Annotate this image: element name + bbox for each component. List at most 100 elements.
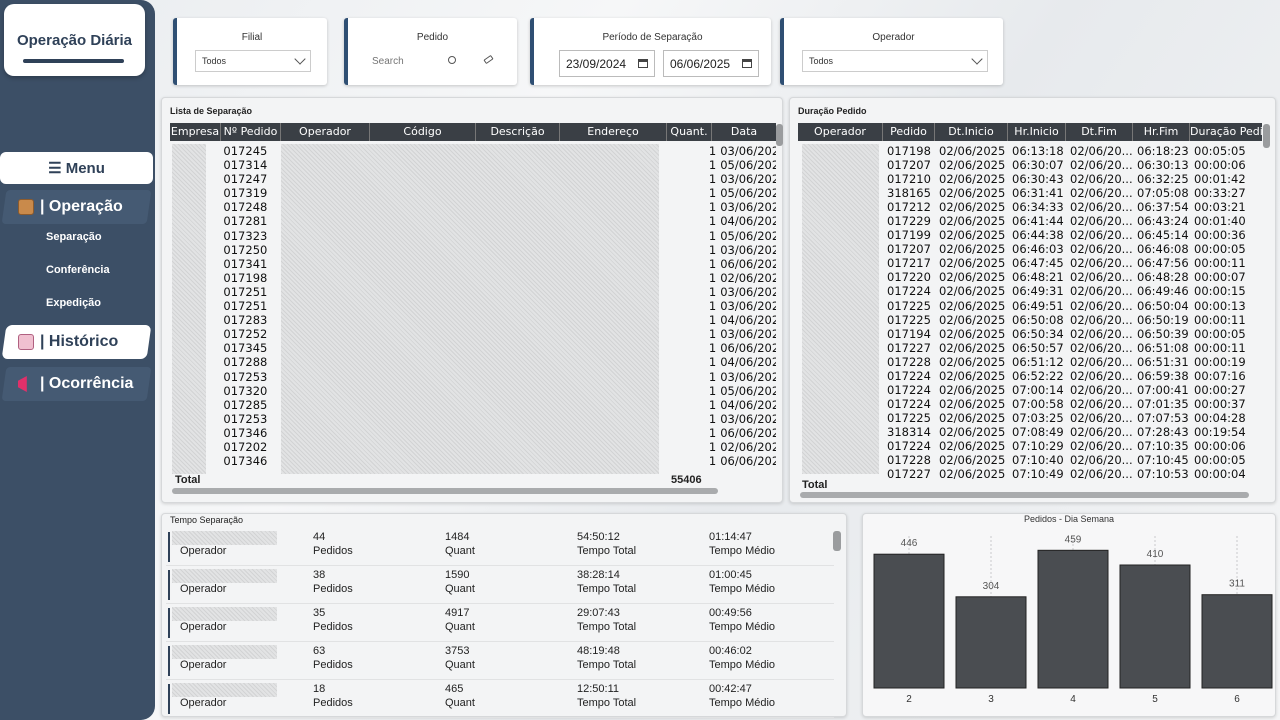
- calendar-icon[interactable]: [742, 59, 752, 68]
- start-date-input[interactable]: 23/09/2024: [559, 50, 655, 77]
- list-item[interactable]: Operador 38 Pedidos 1590 Quant 38:28:14 Tempo …: [166, 566, 834, 604]
- nav-expedicao[interactable]: Expedição: [46, 297, 101, 309]
- col-dur-operador[interactable]: Operador: [798, 123, 883, 141]
- table-row[interactable]: 017198 102/06/2025: [170, 271, 776, 285]
- cell-dt-inicio: 02/06/2025: [939, 242, 1006, 257]
- end-date-input[interactable]: 06/06/2025: [663, 50, 759, 77]
- col-pedido[interactable]: Nº Pedido: [221, 123, 281, 141]
- bar-5[interactable]: [1119, 564, 1191, 689]
- pedido-search-input[interactable]: [372, 52, 442, 70]
- col-empresa[interactable]: Empresa: [170, 123, 221, 141]
- table-row[interactable]: 318314 02/06/2025 07:08:49 02/06/20... 07:28…: [798, 425, 1262, 439]
- table-row[interactable]: 017225 02/06/2025 07:03:25 02/06/20... 07:07…: [798, 411, 1262, 425]
- bar-3[interactable]: [955, 596, 1027, 689]
- operador-value: Todos: [809, 56, 834, 66]
- table-row[interactable]: 017228 02/06/2025 07:10:40 02/06/20... 07:10…: [798, 453, 1262, 467]
- table-row[interactable]: 017252 103/06/2025: [170, 327, 776, 341]
- cell-quant: 1: [708, 411, 717, 426]
- table-row[interactable]: 017210 02/06/2025 06:30:43 02/06/20... 06:32…: [798, 172, 1262, 186]
- calendar-icon[interactable]: [638, 59, 648, 68]
- table-row[interactable]: 318165 02/06/2025 06:31:41 02/06/20... 07:05…: [798, 186, 1262, 200]
- nav-historico[interactable]: | Histórico: [1, 325, 152, 359]
- table-row[interactable]: 017319 105/06/2025: [170, 186, 776, 200]
- duracao-vertical-scrollbar[interactable]: [1263, 124, 1270, 148]
- table-row[interactable]: 017199 02/06/2025 06:44:38 02/06/20... 06:45…: [798, 228, 1262, 242]
- table-row[interactable]: 017228 02/06/2025 06:51:12 02/06/20... 06:51…: [798, 355, 1262, 369]
- table-row[interactable]: 017225 02/06/2025 06:50:08 02/06/20... 06:50…: [798, 313, 1262, 327]
- col-duracao[interactable]: Duração Pedido: [1190, 123, 1262, 141]
- table-row[interactable]: 017227 02/06/2025 07:10:49 02/06/20... 07:10…: [798, 467, 1262, 479]
- cell-data: 03/06/2025: [720, 242, 776, 257]
- nav-separacao[interactable]: Separação: [46, 231, 102, 243]
- table-row[interactable]: 017288 104/06/2025: [170, 355, 776, 369]
- table-row[interactable]: 017341 106/06/2025: [170, 257, 776, 271]
- table-row[interactable]: 017251 103/06/2025: [170, 285, 776, 299]
- col-operador[interactable]: Operador: [281, 123, 370, 141]
- lista-horizontal-scrollbar[interactable]: [172, 488, 718, 494]
- col-hr-fim[interactable]: Hr.Fim: [1133, 123, 1190, 141]
- lista-vertical-scrollbar[interactable]: [776, 124, 783, 146]
- table-row[interactable]: 017224 02/06/2025 06:49:31 02/06/20... 06:49…: [798, 284, 1262, 298]
- list-item[interactable]: Operador 44 Pedidos 1484 Quant 54:50:12 Tempo …: [166, 528, 834, 566]
- table-row[interactable]: 017220 02/06/2025 06:48:21 02/06/20... 06:48…: [798, 270, 1262, 284]
- col-dt-inicio[interactable]: Dt.Inicio: [935, 123, 1008, 141]
- table-row[interactable]: 017345 106/06/2025: [170, 341, 776, 355]
- table-row[interactable]: 017346 106/06/2025: [170, 454, 776, 468]
- col-dur-pedido[interactable]: Pedido: [883, 123, 935, 141]
- x-tick-label: 2: [906, 694, 912, 705]
- table-row[interactable]: 017224 02/06/2025 07:00:14 02/06/20... 07:00…: [798, 383, 1262, 397]
- list-item[interactable]: Operador 63 Pedidos 3753 Quant 48:19:48 Tempo …: [166, 642, 834, 680]
- col-dt-fim[interactable]: Dt.Fim: [1066, 123, 1133, 141]
- table-row[interactable]: 017251 103/06/2025: [170, 299, 776, 313]
- table-row[interactable]: 017194 02/06/2025 06:50:34 02/06/20... 06:50…: [798, 327, 1262, 341]
- col-endereco[interactable]: Endereço: [560, 123, 667, 141]
- table-row[interactable]: 017217 02/06/2025 06:47:45 02/06/20... 06:47…: [798, 256, 1262, 270]
- list-item[interactable]: Operador 35 Pedidos 4917 Quant 29:07:43 Tempo …: [166, 604, 834, 642]
- table-row[interactable]: 017202 102/06/2025: [170, 440, 776, 454]
- table-row[interactable]: 017283 104/06/2025: [170, 313, 776, 327]
- nav-ocorrencia[interactable]: | Ocorrência: [1, 367, 152, 401]
- table-row[interactable]: 017224 02/06/2025 07:00:58 02/06/20... 07:01…: [798, 397, 1262, 411]
- col-hr-inicio[interactable]: Hr.Inicio: [1008, 123, 1066, 141]
- table-row[interactable]: 017227 02/06/2025 06:50:57 02/06/20... 06:51…: [798, 341, 1262, 355]
- table-row[interactable]: 017224 02/06/2025 06:52:22 02/06/20... 06:59…: [798, 369, 1262, 383]
- table-row[interactable]: 017253 103/06/2025: [170, 412, 776, 426]
- duracao-horizontal-scrollbar[interactable]: [800, 492, 1249, 498]
- table-row[interactable]: 017229 02/06/2025 06:41:44 02/06/20... 06:43…: [798, 214, 1262, 228]
- col-quant[interactable]: Quant.: [667, 123, 712, 141]
- filial-dropdown[interactable]: Todos: [195, 50, 311, 72]
- table-row[interactable]: 017253 103/06/2025: [170, 370, 776, 384]
- col-data[interactable]: Data: [712, 123, 776, 141]
- table-row[interactable]: 017212 02/06/2025 06:34:33 02/06/20... 06:37…: [798, 200, 1262, 214]
- table-row[interactable]: 017198 02/06/2025 06:13:18 02/06/20... 06:18…: [798, 144, 1262, 158]
- table-row[interactable]: 017225 02/06/2025 06:49:51 02/06/20... 06:50…: [798, 299, 1262, 313]
- table-row[interactable]: 017207 02/06/2025 06:30:07 02/06/20... 06:30…: [798, 158, 1262, 172]
- nav-conferencia[interactable]: Conferência: [46, 264, 110, 276]
- table-row[interactable]: 017320 105/06/2025: [170, 384, 776, 398]
- table-row[interactable]: 017281 104/06/2025: [170, 214, 776, 228]
- table-row[interactable]: 017224 02/06/2025 07:10:29 02/06/20... 07:10…: [798, 439, 1262, 453]
- bar-4[interactable]: [1037, 549, 1109, 689]
- col-descricao[interactable]: Descrição: [476, 123, 560, 141]
- table-row[interactable]: 017247 103/06/2025: [170, 172, 776, 186]
- table-row[interactable]: 017250 103/06/2025: [170, 243, 776, 257]
- bar-2[interactable]: [873, 553, 945, 689]
- table-row[interactable]: 017314 105/06/2025: [170, 158, 776, 172]
- search-icon[interactable]: [448, 56, 456, 64]
- table-row[interactable]: 017285 104/06/2025: [170, 398, 776, 412]
- table-row[interactable]: 017245 103/06/2025: [170, 144, 776, 158]
- nav-operacao[interactable]: | Operação: [1, 190, 152, 224]
- table-row[interactable]: 017207 02/06/2025 06:46:03 02/06/20... 06:46…: [798, 242, 1262, 256]
- eraser-icon[interactable]: [483, 54, 494, 65]
- col-codigo[interactable]: Código: [370, 123, 476, 141]
- menu-button[interactable]: ☰ Menu: [0, 152, 153, 184]
- tempo-vertical-scrollbar[interactable]: [833, 531, 841, 551]
- table-row[interactable]: 017346 106/06/2025: [170, 426, 776, 440]
- cell-hr-fim: 06:46:08: [1137, 242, 1189, 257]
- list-item[interactable]: Operador 18 Pedidos 465 Quant 12:50:11 Tempo T…: [166, 680, 834, 718]
- table-row[interactable]: 017248 103/06/2025: [170, 200, 776, 214]
- bar-6[interactable]: [1201, 594, 1273, 689]
- tempo-total-value: 48:19:48: [577, 645, 620, 657]
- table-row[interactable]: 017323 105/06/2025: [170, 229, 776, 243]
- operador-dropdown[interactable]: Todos: [802, 50, 988, 72]
